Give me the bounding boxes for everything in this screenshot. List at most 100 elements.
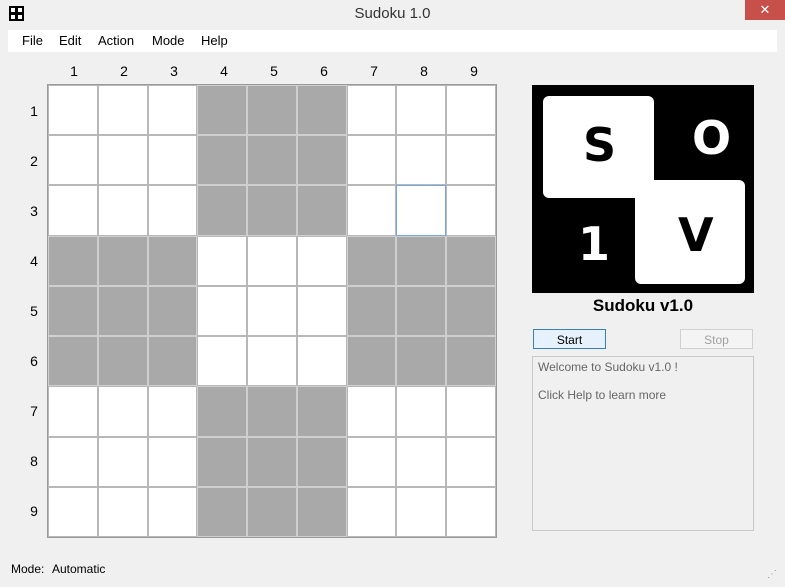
row-label: 1 [30,103,38,119]
grid-cell[interactable] [247,235,297,286]
menu-file[interactable]: File [22,33,43,48]
resize-grip-icon[interactable]: ⋰ [767,569,779,581]
grid-cell[interactable] [48,336,98,387]
grid-cell[interactable] [48,285,98,337]
grid-cell[interactable] [396,235,447,286]
grid-cell[interactable] [247,486,297,537]
grid-cell[interactable] [48,185,98,236]
grid-cell[interactable] [346,336,397,387]
grid-cell[interactable] [346,285,397,337]
status-label: Mode: [11,562,45,576]
grid-cell[interactable] [197,486,248,537]
grid-cell[interactable] [446,386,496,437]
grid-cell[interactable] [48,235,98,286]
grid-cell[interactable] [97,285,148,337]
grid-cell[interactable] [396,436,447,487]
grid-cell[interactable] [97,436,148,487]
grid-cell[interactable] [48,486,98,537]
grid-cell[interactable] [346,185,397,236]
grid-cell[interactable] [396,285,447,337]
grid-cell[interactable] [396,185,447,236]
grid-cell[interactable] [247,285,297,337]
grid-cell[interactable] [446,85,496,136]
grid-cell[interactable] [247,386,297,437]
grid-cell[interactable] [197,135,248,186]
grid-cell[interactable] [48,85,98,136]
close-button[interactable]: ✕ [745,0,785,20]
grid-cell[interactable] [396,486,447,537]
grid-cell[interactable] [296,185,347,236]
grid-cell[interactable] [147,185,198,236]
grid-cell[interactable] [296,235,347,286]
grid-cell[interactable] [147,336,198,387]
grid-cell[interactable] [48,386,98,437]
start-button[interactable]: Start [533,329,606,349]
menu-help[interactable]: Help [201,33,228,48]
menu-edit[interactable]: Edit [59,33,81,48]
grid-cell[interactable] [97,185,148,236]
grid-cell[interactable] [197,436,248,487]
grid-cell[interactable] [197,336,248,387]
grid-cell[interactable] [296,436,347,487]
column-label: 7 [370,63,378,79]
grid-cell[interactable] [97,235,148,286]
grid-cell[interactable] [346,85,397,136]
grid-cell[interactable] [296,486,347,537]
grid-cell[interactable] [247,336,297,387]
grid-cell[interactable] [197,185,248,236]
grid-cell[interactable] [446,235,496,286]
row-label: 2 [30,153,38,169]
grid-cell[interactable] [396,336,447,387]
grid-cell[interactable] [296,336,347,387]
grid-cell[interactable] [296,285,347,337]
grid-cell[interactable] [296,135,347,186]
grid-cell[interactable] [346,386,397,437]
grid-cell[interactable] [346,235,397,286]
row-label: 3 [30,203,38,219]
grid-cell[interactable] [296,386,347,437]
grid-cell[interactable] [346,436,397,487]
grid-cell[interactable] [446,336,496,387]
grid-cell[interactable] [247,135,297,186]
grid-cell[interactable] [147,486,198,537]
grid-cell[interactable] [48,436,98,487]
grid-cell[interactable] [396,85,447,136]
grid-cell[interactable] [97,486,148,537]
title-bar: Sudoku 1.0 ✕ [0,0,785,30]
grid-cell[interactable] [446,135,496,186]
grid-cell[interactable] [346,135,397,186]
grid-cell[interactable] [296,85,347,136]
grid-cell[interactable] [396,386,447,437]
row-label: 4 [30,253,38,269]
grid-cell[interactable] [197,386,248,437]
grid-cell[interactable] [396,135,447,186]
grid-cell[interactable] [97,85,148,136]
grid-cell[interactable] [147,235,198,286]
grid-cell[interactable] [446,486,496,537]
row-label: 8 [30,453,38,469]
grid-cell[interactable] [147,135,198,186]
grid-cell[interactable] [48,135,98,186]
grid-cell[interactable] [446,436,496,487]
grid-cell[interactable] [197,235,248,286]
grid-cell[interactable] [346,486,397,537]
grid-cell[interactable] [147,436,198,487]
grid-cell[interactable] [197,85,248,136]
menu-action[interactable]: Action [98,33,134,48]
grid-cell[interactable] [247,436,297,487]
grid-cell[interactable] [147,386,198,437]
grid-cell[interactable] [97,386,148,437]
grid-cell[interactable] [446,285,496,337]
grid-cell[interactable] [147,85,198,136]
menu-mode[interactable]: Mode [152,33,185,48]
stop-button[interactable]: Stop [680,329,753,349]
grid-cell[interactable] [147,285,198,337]
grid-cell[interactable] [446,185,496,236]
grid-cell[interactable] [247,185,297,236]
grid-cell[interactable] [97,336,148,387]
column-label: 8 [420,63,428,79]
grid-cell[interactable] [97,135,148,186]
message-log[interactable]: Welcome to Sudoku v1.0 ! Click Help to l… [532,356,754,531]
grid-cell[interactable] [247,85,297,136]
grid-cell[interactable] [197,285,248,337]
